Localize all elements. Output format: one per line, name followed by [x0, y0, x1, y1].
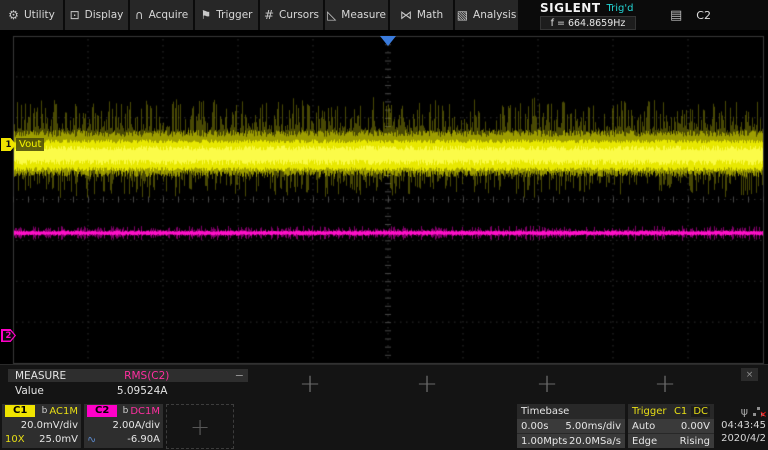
channel2-marker-label: 2 — [6, 331, 12, 341]
timebase-delay: 0.00s — [521, 421, 548, 432]
channel1-coupling: AC1M — [49, 406, 78, 417]
trigger-status: Trig'd — [607, 3, 634, 14]
timebase-box[interactable]: Timebase 0.00s 5.00ms/div 1.00Mpts 20.0M… — [517, 404, 625, 448]
menu-item-label: Math — [417, 9, 443, 21]
menu-item-label: Measure — [341, 9, 386, 21]
measure-value-row: Value 5.09524A — [8, 384, 248, 397]
menu-item-utility[interactable]: ⚙ Utility — [0, 0, 63, 30]
trigger-box[interactable]: Trigger C1 DC Auto 0.00V Edge Rising — [628, 404, 714, 448]
menu-item-trigger[interactable]: ⚑ Trigger — [195, 0, 258, 30]
lan-error-x: × — [759, 410, 767, 420]
acquire-icon: ∩ — [135, 9, 144, 21]
clock-date: 2020/4/2 — [716, 432, 766, 445]
timebase-title: Timebase — [521, 406, 569, 417]
menu-item-label: Cursors — [279, 9, 319, 21]
menu-item-display[interactable]: ⊡ Display — [65, 0, 128, 30]
add-measure-slot-3[interactable]: + — [532, 371, 562, 397]
menu-item-label: Trigger — [216, 9, 252, 21]
menu-item-label: Analysis — [473, 9, 516, 21]
gear-icon: ⚙ — [8, 9, 19, 21]
trigger-level: 0.00V — [681, 421, 710, 432]
measure-header[interactable]: MEASURE RMS(C2) − — [8, 369, 248, 382]
menu-item-analysis[interactable]: ▧ Analysis — [455, 0, 518, 30]
bottom-status-bar: C1 b AC1M 20.0mV/div 10X 25.0mV C2 b DC1… — [0, 403, 768, 450]
trigger-coupling: DC — [691, 406, 710, 417]
flag-icon: ⚑ — [201, 9, 212, 21]
channel1-trace-label: Vout — [16, 138, 44, 151]
plus-icon: + — [190, 413, 210, 441]
clipboard-icon: ▤ — [670, 9, 682, 22]
analysis-icon: ▧ — [457, 9, 468, 21]
trigger-type: Edge — [632, 436, 657, 447]
context-channel: C2 — [696, 9, 711, 22]
measure-strip: MEASURE RMS(C2) − Value 5.09524A + + + +… — [0, 364, 768, 404]
waveform-display: 1 Vout 2 — [0, 30, 768, 370]
add-measure-slot-4[interactable]: + — [650, 371, 680, 397]
channel1-offset: 25.0mV — [39, 434, 78, 445]
display-icon: ⊡ — [70, 9, 80, 21]
menu-item-measure[interactable]: ◺ Measure — [325, 0, 388, 30]
measure-value-label: Value — [15, 385, 44, 397]
add-channel-box[interactable]: + — [166, 404, 234, 449]
timebase-points: 1.00Mpts — [521, 436, 567, 447]
channel1-box[interactable]: C1 b AC1M 20.0mV/div 10X 25.0mV — [2, 404, 81, 448]
trigger-source: C1 — [674, 406, 687, 417]
usb-icon[interactable]: ψ — [741, 405, 748, 418]
top-menu-bar: ⚙ Utility ⊡ Display ∩ Acquire ⚑ Trigger … — [0, 0, 768, 30]
trigger-status-panel: SIGLENT Trig'd f = 664.8659Hz — [540, 0, 636, 30]
trigger-mode: Auto — [632, 421, 655, 432]
channel2-tag: C2 — [87, 405, 117, 417]
close-measure-button[interactable]: × — [741, 368, 758, 381]
frequency-counter: f = 664.8659Hz — [540, 16, 636, 30]
waveform-canvas — [0, 30, 768, 370]
menu-item-label: Utility — [24, 9, 55, 21]
system-status-box: ψ × 04:43:45 2020/4/2 — [716, 404, 766, 448]
cursors-icon: # — [264, 9, 274, 21]
channel1-scale: 20.0mV/div — [21, 420, 78, 431]
channel1-tag: C1 — [5, 405, 35, 417]
channel1-bw-indicator: b — [42, 406, 48, 416]
measure-value: 5.09524A — [117, 385, 168, 397]
menu-item-math[interactable]: ⋈ Math — [390, 0, 453, 30]
channel2-coupling: DC1M — [130, 406, 160, 417]
menu-item-acquire[interactable]: ∩ Acquire — [130, 0, 193, 30]
clock-time: 04:43:45 — [716, 419, 766, 432]
menu-item-label: Acquire — [149, 9, 189, 21]
measure-item: RMS(C2) — [124, 370, 169, 382]
menu-item-cursors[interactable]: # Cursors — [260, 0, 323, 30]
trigger-slope: Rising — [680, 436, 710, 447]
channel2-bw-indicator: b — [123, 406, 129, 416]
measure-icon: ◺ — [327, 9, 336, 21]
brand-logo: SIGLENT — [540, 1, 601, 15]
current-probe-icon: ∿ — [86, 432, 98, 447]
trigger-position-marker[interactable] — [380, 36, 396, 46]
lan-disconnected-icon[interactable]: × — [753, 407, 764, 417]
channel1-probe: 10X — [5, 434, 25, 445]
menu-item-label: Display — [85, 9, 124, 21]
channel2-offset: -6.90A — [127, 434, 160, 445]
measure-title: MEASURE — [15, 370, 66, 382]
math-icon: ⋈ — [400, 9, 412, 21]
frequency-value: f = 664.8659Hz — [551, 18, 626, 29]
timebase-scale: 5.00ms/div — [565, 421, 621, 432]
timebase-samplerate: 20.0MSa/s — [569, 436, 621, 447]
channel2-scale: 2.00A/div — [112, 420, 160, 431]
channel1-marker-label: 1 — [6, 140, 12, 150]
add-measure-slot-1[interactable]: + — [295, 371, 325, 397]
context-indicator[interactable]: ▤ C2 — [670, 0, 711, 30]
collapse-measure-button[interactable]: − — [235, 369, 244, 382]
add-measure-slot-2[interactable]: + — [412, 371, 442, 397]
trigger-title: Trigger — [632, 406, 667, 417]
channel2-box[interactable]: C2 b DC1M 2.00A/div ∿ -6.90A — [84, 404, 163, 448]
